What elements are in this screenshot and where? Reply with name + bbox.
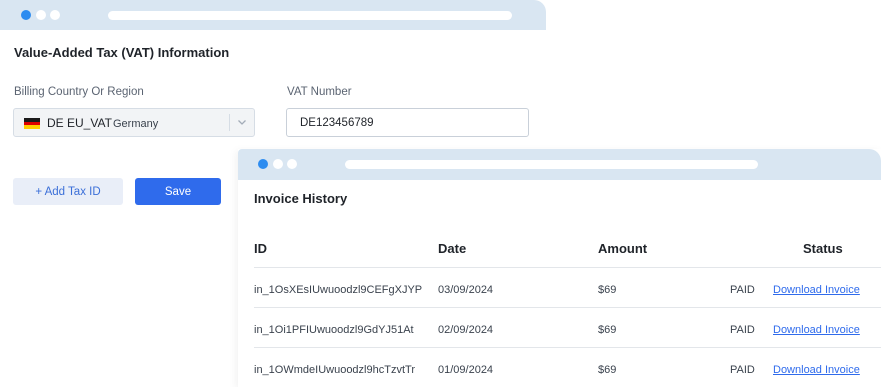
download-invoice-link[interactable]: Download Invoice	[773, 284, 860, 296]
vat-section-title: Value-Added Tax (VAT) Information	[14, 45, 230, 60]
invoice-date: 03/09/2024	[438, 284, 494, 296]
country-code: DE EU_VAT	[47, 116, 112, 130]
add-tax-id-button[interactable]: + Add Tax ID	[13, 178, 123, 205]
country-field-label: Billing Country Or Region	[14, 86, 144, 98]
invoice-window: Invoice History ID Date Amount Status in…	[238, 149, 881, 387]
chevron-down-icon[interactable]	[236, 116, 248, 128]
window-dot-icon	[273, 159, 283, 169]
invoice-date: 01/09/2024	[438, 364, 494, 376]
download-invoice-link[interactable]: Download Invoice	[773, 324, 860, 336]
status-badge: PAID	[730, 364, 755, 376]
address-bar	[108, 11, 512, 20]
invoice-amount: $69	[598, 284, 617, 296]
window-chrome	[0, 0, 546, 30]
address-bar	[345, 160, 758, 169]
invoice-date: 02/09/2024	[438, 324, 494, 336]
country-select[interactable]: DE EU_VAT Germany	[13, 108, 255, 137]
window-dot-icon	[258, 159, 268, 169]
vat-number-input[interactable]	[286, 108, 529, 137]
invoice-id: in_1OsXEsIUwuoodzl9CEFgXJYP	[254, 284, 423, 296]
country-name: Germany	[113, 118, 159, 130]
save-button[interactable]: Save	[135, 178, 221, 205]
invoice-amount: $69	[598, 364, 617, 376]
invoice-amount: $69	[598, 324, 617, 336]
window-dot-icon	[50, 10, 60, 20]
window-dot-icon	[21, 10, 31, 20]
window-dot-icon	[36, 10, 46, 20]
row-divider	[254, 307, 881, 308]
column-header-status: Status	[803, 241, 843, 256]
select-divider	[229, 114, 230, 131]
vat-number-field-label: VAT Number	[287, 86, 352, 98]
window-chrome	[238, 149, 881, 180]
germany-flag-icon	[24, 118, 40, 129]
window-dot-icon	[287, 159, 297, 169]
invoice-id: in_1Oi1PFIUwuoodzl9GdYJ51At	[254, 324, 414, 336]
status-badge: PAID	[730, 324, 755, 336]
column-header-amount: Amount	[598, 241, 648, 256]
row-divider	[254, 347, 881, 348]
invoice-history-title: Invoice History	[254, 191, 348, 206]
invoice-id: in_1OWmdeIUwuoodzl9hcTzvtTr	[254, 364, 415, 376]
column-header-date: Date	[438, 241, 467, 256]
row-divider	[254, 267, 881, 268]
status-badge: PAID	[730, 284, 755, 296]
download-invoice-link[interactable]: Download Invoice	[773, 364, 860, 376]
column-header-id: ID	[254, 241, 267, 256]
